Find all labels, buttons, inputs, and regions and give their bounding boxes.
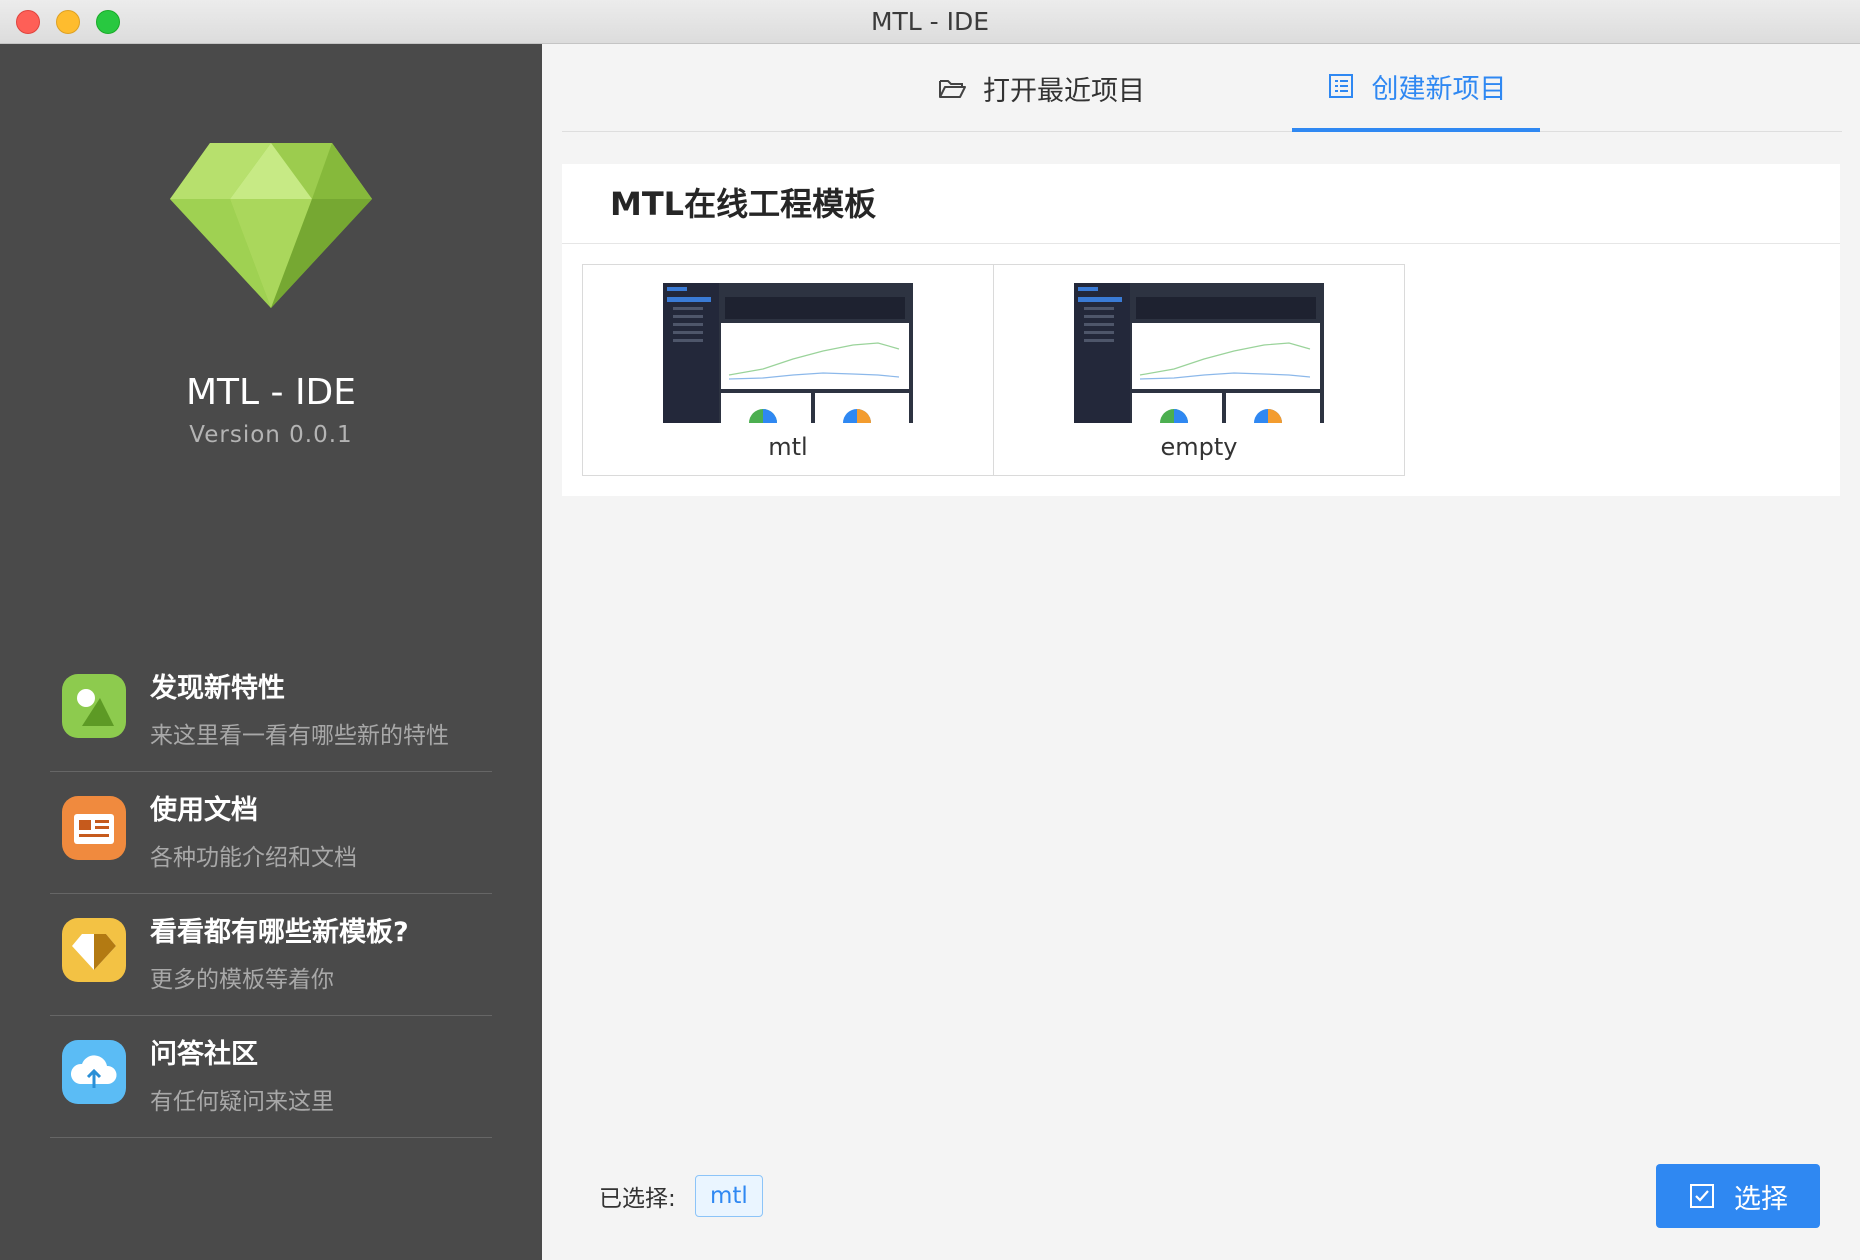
- selected-label: 已选择:: [599, 1186, 676, 1212]
- app-version: Version 0.0.1: [189, 422, 353, 448]
- template-grid: mtl empty: [582, 264, 1405, 476]
- window-title: MTL - IDE: [870, 7, 990, 36]
- template-name: mtl: [768, 433, 808, 461]
- template-card-mtl[interactable]: mtl: [582, 264, 994, 476]
- feature-desc: 有任何疑问来这里: [150, 1089, 334, 1115]
- checkbox-icon: [1690, 1184, 1714, 1208]
- select-button[interactable]: 选择: [1656, 1164, 1820, 1228]
- app-window: MTL - IDE MTL - IDE Version 0.0.1 发现新特性 …: [0, 0, 1860, 1260]
- image-icon: [62, 674, 126, 738]
- panel-title: MTL在线工程模板: [562, 164, 1840, 244]
- template-preview-image: [1074, 283, 1324, 423]
- feature-desc: 来这里看一看有哪些新的特性: [150, 723, 449, 749]
- feature-item-community[interactable]: 问答社区 有任何疑问来这里: [50, 1016, 492, 1138]
- tab-label: 创建新项目: [1371, 73, 1507, 105]
- selected-template-tag: mtl: [695, 1175, 763, 1217]
- feature-title: 使用文档: [150, 795, 258, 826]
- template-preview-image: [663, 283, 913, 423]
- tab-label: 打开最近项目: [983, 75, 1145, 107]
- template-panel: MTL在线工程模板 mtl empty: [562, 164, 1840, 496]
- feature-desc: 更多的模板等着你: [150, 967, 334, 993]
- tab-open-recent[interactable]: 打开最近项目: [937, 44, 1145, 132]
- sidebar: MTL - IDE Version 0.0.1 发现新特性 来这里看一看有哪些新…: [0, 44, 542, 1260]
- folder-open-icon: [939, 80, 966, 98]
- feature-item-docs[interactable]: 使用文档 各种功能介绍和文档: [50, 772, 492, 894]
- main-content: 打开最近项目 创建新项目 MTL在线工程模板 mtl empty 已选择: mt…: [542, 44, 1860, 1260]
- feature-title: 发现新特性: [150, 673, 285, 704]
- feature-list: 发现新特性 来这里看一看有哪些新的特性 使用文档 各种功能介绍和文档 看看都有哪…: [50, 650, 492, 1138]
- cloud-upload-icon: [62, 1040, 126, 1104]
- feature-item-new-features[interactable]: 发现新特性 来这里看一看有哪些新的特性: [50, 650, 492, 772]
- gem-logo-icon: [170, 143, 372, 308]
- gem-icon: [62, 918, 126, 982]
- document-icon: [62, 796, 126, 860]
- template-name: empty: [1160, 433, 1238, 461]
- template-card-empty[interactable]: empty: [993, 264, 1405, 476]
- app-name: MTL - IDE: [185, 372, 357, 413]
- tab-create-project[interactable]: 创建新项目: [1292, 44, 1540, 132]
- feature-title: 问答社区: [150, 1039, 258, 1070]
- tab-bar: 打开最近项目 创建新项目: [562, 44, 1842, 132]
- feature-title: 看看都有哪些新模板?: [150, 917, 409, 948]
- feature-item-templates[interactable]: 看看都有哪些新模板? 更多的模板等着你: [50, 894, 492, 1016]
- select-button-label: 选择: [1734, 1183, 1788, 1215]
- list-icon: [1328, 74, 1353, 98]
- feature-desc: 各种功能介绍和文档: [150, 845, 357, 871]
- title-bar: MTL - IDE: [0, 0, 1860, 44]
